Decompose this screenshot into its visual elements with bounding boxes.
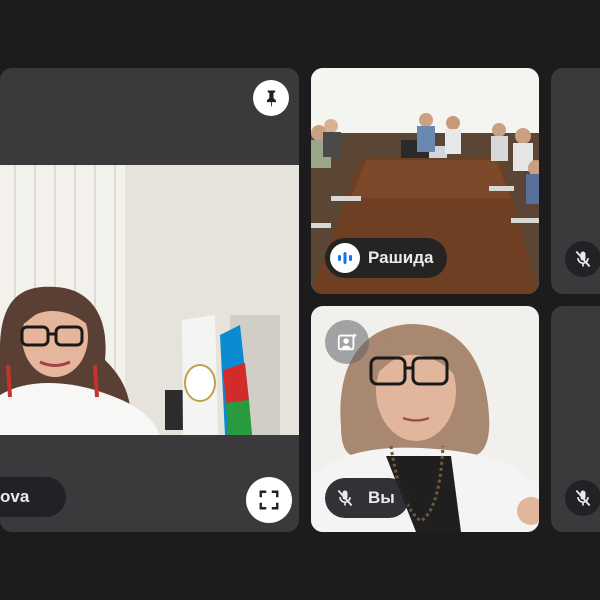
speaking-indicator bbox=[330, 243, 360, 273]
participant-tile-edge-bottom[interactable] bbox=[551, 306, 600, 532]
video-call-screen: { "participants": { "main_speaker": { "n… bbox=[0, 0, 600, 600]
main-speaker-name: ova bbox=[0, 487, 30, 506]
fullscreen-icon bbox=[259, 490, 279, 510]
edge-top-mic-status bbox=[565, 241, 600, 277]
mic-off-icon bbox=[575, 489, 591, 507]
participant-tile-self[interactable]: Вы bbox=[311, 306, 539, 532]
pin-button[interactable] bbox=[253, 80, 289, 116]
pin-icon bbox=[266, 90, 276, 107]
self-mic-status bbox=[330, 483, 360, 513]
mic-off-icon bbox=[337, 489, 353, 507]
main-speaker-name-tag: ova bbox=[0, 477, 66, 517]
edge-bottom-mic-status bbox=[565, 480, 600, 516]
participant-tile-edge-top[interactable] bbox=[551, 68, 600, 294]
self-name: Вы bbox=[368, 488, 395, 507]
speaking-indicator-icon bbox=[338, 252, 352, 264]
portrait-effects-icon bbox=[337, 332, 358, 351]
mic-off-icon bbox=[575, 250, 591, 268]
main-speaker-video bbox=[0, 165, 299, 435]
portrait-effects-button[interactable] bbox=[325, 320, 369, 364]
rashida-name-tag: Рашида bbox=[325, 238, 448, 278]
main-speaker-tile[interactable]: ova bbox=[0, 68, 299, 532]
participant-tile-rashida[interactable]: Рашида bbox=[311, 68, 539, 294]
self-name-tag: Вы bbox=[325, 478, 409, 518]
rashida-name: Рашида bbox=[368, 248, 434, 267]
fullscreen-button[interactable] bbox=[246, 477, 292, 523]
